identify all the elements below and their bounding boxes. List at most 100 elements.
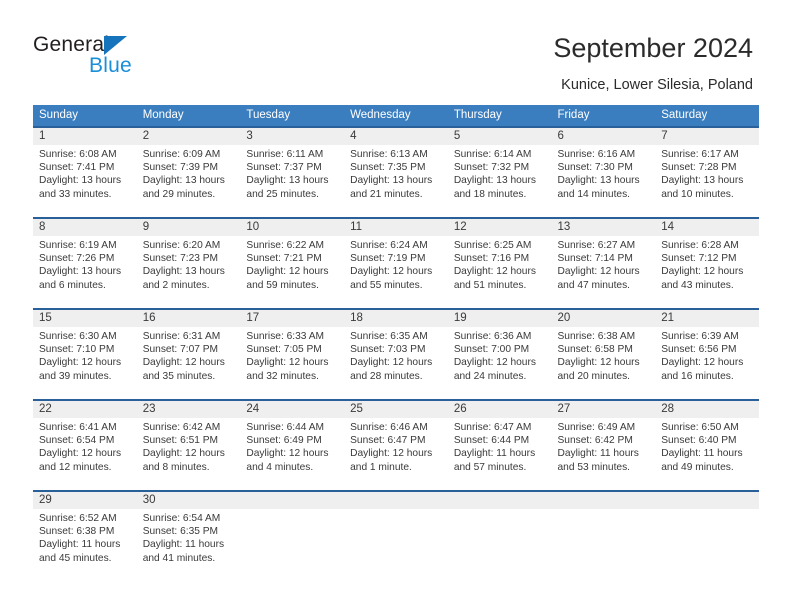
day-cell[interactable]: 3 Sunrise: 6:11 AM Sunset: 7:37 PM Dayli… <box>240 128 345 217</box>
day-cell[interactable]: 22 Sunrise: 6:41 AM Sunset: 6:54 PM Dayl… <box>33 401 137 490</box>
day-cell[interactable]: 23 Sunrise: 6:42 AM Sunset: 6:51 PM Dayl… <box>136 401 241 490</box>
day-info: Sunrise: 6:42 AM Sunset: 6:51 PM Dayligh… <box>137 418 241 474</box>
day-cell[interactable]: 26 Sunrise: 6:47 AM Sunset: 6:44 PM Dayl… <box>447 401 552 490</box>
day-cell[interactable]: 11 Sunrise: 6:24 AM Sunset: 7:19 PM Dayl… <box>344 219 448 308</box>
week-row: 29 Sunrise: 6:52 AM Sunset: 6:38 PM Dayl… <box>33 490 759 581</box>
daylight-text-line1: Daylight: 12 hours <box>246 357 329 369</box>
day-cell[interactable]: 10 Sunrise: 6:22 AM Sunset: 7:21 PM Dayl… <box>240 219 345 308</box>
day-cell[interactable]: 13 Sunrise: 6:27 AM Sunset: 7:14 PM Dayl… <box>551 219 656 308</box>
sunset-text: Sunset: 7:41 PM <box>39 162 115 174</box>
daylight-text-line1: Daylight: 11 hours <box>557 448 639 460</box>
day-cell[interactable]: 19 Sunrise: 6:36 AM Sunset: 7:00 PM Dayl… <box>447 310 552 399</box>
day-cell-empty <box>655 492 759 581</box>
day-info: Sunrise: 6:19 AM Sunset: 7:26 PM Dayligh… <box>33 236 137 292</box>
day-cell[interactable]: 4 Sunrise: 6:13 AM Sunset: 7:35 PM Dayli… <box>344 128 448 217</box>
daylight-text-line2: and 29 minutes. <box>142 188 216 200</box>
daylight-text-line2: and 6 minutes. <box>39 279 106 291</box>
day-cell[interactable]: 29 Sunrise: 6:52 AM Sunset: 6:38 PM Dayl… <box>33 492 137 581</box>
daylight-text-line2: and 14 minutes. <box>557 188 631 200</box>
day-cell[interactable]: 2 Sunrise: 6:09 AM Sunset: 7:39 PM Dayli… <box>136 128 241 217</box>
day-number <box>344 492 448 509</box>
day-cell[interactable]: 15 Sunrise: 6:30 AM Sunset: 7:10 PM Dayl… <box>33 310 137 399</box>
sunset-text: Sunset: 7:03 PM <box>350 344 426 356</box>
sunrise-text: Sunrise: 6:11 AM <box>246 149 324 160</box>
sunset-text: Sunset: 7:35 PM <box>350 162 426 174</box>
day-number: 16 <box>136 310 241 327</box>
calendar-page: General Blue September 2024 Kunice, Lowe… <box>0 0 792 612</box>
daylight-text-line1: Daylight: 12 hours <box>39 357 122 369</box>
day-cell-empty <box>344 492 448 581</box>
day-cell[interactable]: 30 Sunrise: 6:54 AM Sunset: 6:35 PM Dayl… <box>136 492 241 581</box>
day-number: 22 <box>33 401 137 418</box>
day-cell[interactable]: 20 Sunrise: 6:38 AM Sunset: 6:58 PM Dayl… <box>551 310 656 399</box>
day-cell[interactable]: 12 Sunrise: 6:25 AM Sunset: 7:16 PM Dayl… <box>447 219 552 308</box>
day-info: Sunrise: 6:24 AM Sunset: 7:19 PM Dayligh… <box>344 236 448 292</box>
sunrise-text: Sunrise: 6:50 AM <box>661 422 739 433</box>
day-info: Sunrise: 6:09 AM Sunset: 7:39 PM Dayligh… <box>137 145 241 201</box>
sunrise-text: Sunrise: 6:08 AM <box>39 149 117 160</box>
day-number: 19 <box>447 310 552 327</box>
sunset-text: Sunset: 7:32 PM <box>453 162 530 174</box>
day-info: Sunrise: 6:16 AM Sunset: 7:30 PM Dayligh… <box>552 145 656 201</box>
day-info: Sunrise: 6:25 AM Sunset: 7:16 PM Dayligh… <box>448 236 552 292</box>
day-cell[interactable]: 28 Sunrise: 6:50 AM Sunset: 6:40 PM Dayl… <box>655 401 759 490</box>
daylight-text-line1: Daylight: 13 hours <box>557 175 640 187</box>
daylight-text-line1: Daylight: 12 hours <box>557 357 640 369</box>
day-number: 9 <box>136 219 241 236</box>
day-cell[interactable]: 1 Sunrise: 6:08 AM Sunset: 7:41 PM Dayli… <box>33 128 137 217</box>
day-cell[interactable]: 17 Sunrise: 6:33 AM Sunset: 7:05 PM Dayl… <box>240 310 345 399</box>
day-info: Sunrise: 6:47 AM Sunset: 6:44 PM Dayligh… <box>448 418 552 474</box>
week-row: 15 Sunrise: 6:30 AM Sunset: 7:10 PM Dayl… <box>33 308 759 399</box>
day-number: 27 <box>551 401 656 418</box>
day-number: 12 <box>447 219 552 236</box>
day-number: 17 <box>240 310 345 327</box>
day-cell[interactable]: 21 Sunrise: 6:39 AM Sunset: 6:56 PM Dayl… <box>655 310 759 399</box>
weekday-header-friday: Friday <box>557 109 590 121</box>
day-cell[interactable]: 6 Sunrise: 6:16 AM Sunset: 7:30 PM Dayli… <box>551 128 656 217</box>
sunrise-text: Sunrise: 6:38 AM <box>557 331 636 342</box>
daylight-text-line2: and 33 minutes. <box>39 188 112 200</box>
day-cell[interactable]: 14 Sunrise: 6:28 AM Sunset: 7:12 PM Dayl… <box>655 219 759 308</box>
sunset-text: Sunset: 6:58 PM <box>557 344 633 356</box>
day-cell[interactable]: 18 Sunrise: 6:35 AM Sunset: 7:03 PM Dayl… <box>344 310 448 399</box>
weekday-header-saturday: Saturday <box>661 109 708 121</box>
day-cell[interactable]: 7 Sunrise: 6:17 AM Sunset: 7:28 PM Dayli… <box>655 128 759 217</box>
sunrise-text: Sunrise: 6:42 AM <box>142 422 221 433</box>
day-cell[interactable]: 9 Sunrise: 6:20 AM Sunset: 7:23 PM Dayli… <box>136 219 241 308</box>
day-cell[interactable]: 25 Sunrise: 6:46 AM Sunset: 6:47 PM Dayl… <box>344 401 448 490</box>
sunrise-text: Sunrise: 6:20 AM <box>142 240 221 251</box>
day-info: Sunrise: 6:27 AM Sunset: 7:14 PM Dayligh… <box>552 236 656 292</box>
week-row: 22 Sunrise: 6:41 AM Sunset: 6:54 PM Dayl… <box>33 399 759 490</box>
day-number: 14 <box>655 219 759 236</box>
sunset-text: Sunset: 7:10 PM <box>39 344 115 356</box>
daylight-text-line1: Daylight: 13 hours <box>246 175 329 187</box>
day-info: Sunrise: 6:38 AM Sunset: 6:58 PM Dayligh… <box>552 327 656 383</box>
day-cell[interactable]: 24 Sunrise: 6:44 AM Sunset: 6:49 PM Dayl… <box>240 401 345 490</box>
sunrise-text: Sunrise: 6:36 AM <box>453 331 532 342</box>
daylight-text-line1: Daylight: 11 hours <box>142 539 225 551</box>
daylight-text-line2: and 51 minutes. <box>453 279 527 291</box>
weekday-header-row: Sunday Monday Tuesday Wednesday Thursday… <box>33 105 759 126</box>
day-number: 28 <box>655 401 759 418</box>
day-info: Sunrise: 6:22 AM Sunset: 7:21 PM Dayligh… <box>240 236 344 292</box>
day-number <box>551 492 656 509</box>
daylight-text-line1: Daylight: 12 hours <box>350 357 433 369</box>
day-cell[interactable]: 16 Sunrise: 6:31 AM Sunset: 7:07 PM Dayl… <box>136 310 241 399</box>
sunrise-text: Sunrise: 6:16 AM <box>557 149 636 160</box>
day-cell[interactable]: 8 Sunrise: 6:19 AM Sunset: 7:26 PM Dayli… <box>33 219 137 308</box>
day-cell[interactable]: 27 Sunrise: 6:49 AM Sunset: 6:42 PM Dayl… <box>551 401 656 490</box>
day-number: 6 <box>551 128 656 145</box>
daylight-text-line1: Daylight: 12 hours <box>557 266 640 278</box>
sunrise-text: Sunrise: 6:33 AM <box>246 331 324 342</box>
daylight-text-line2: and 41 minutes. <box>142 552 216 564</box>
sunset-text: Sunset: 6:42 PM <box>557 435 633 447</box>
day-cell[interactable]: 5 Sunrise: 6:14 AM Sunset: 7:32 PM Dayli… <box>447 128 552 217</box>
daylight-text-line2: and 45 minutes. <box>39 552 112 564</box>
day-info: Sunrise: 6:31 AM Sunset: 7:07 PM Dayligh… <box>137 327 241 383</box>
sunset-text: Sunset: 6:49 PM <box>246 435 322 447</box>
day-number: 3 <box>240 128 345 145</box>
day-number: 30 <box>136 492 241 509</box>
sunset-text: Sunset: 6:54 PM <box>39 435 115 447</box>
daylight-text-line1: Daylight: 11 hours <box>39 539 121 551</box>
sunrise-text: Sunrise: 6:25 AM <box>453 240 532 251</box>
